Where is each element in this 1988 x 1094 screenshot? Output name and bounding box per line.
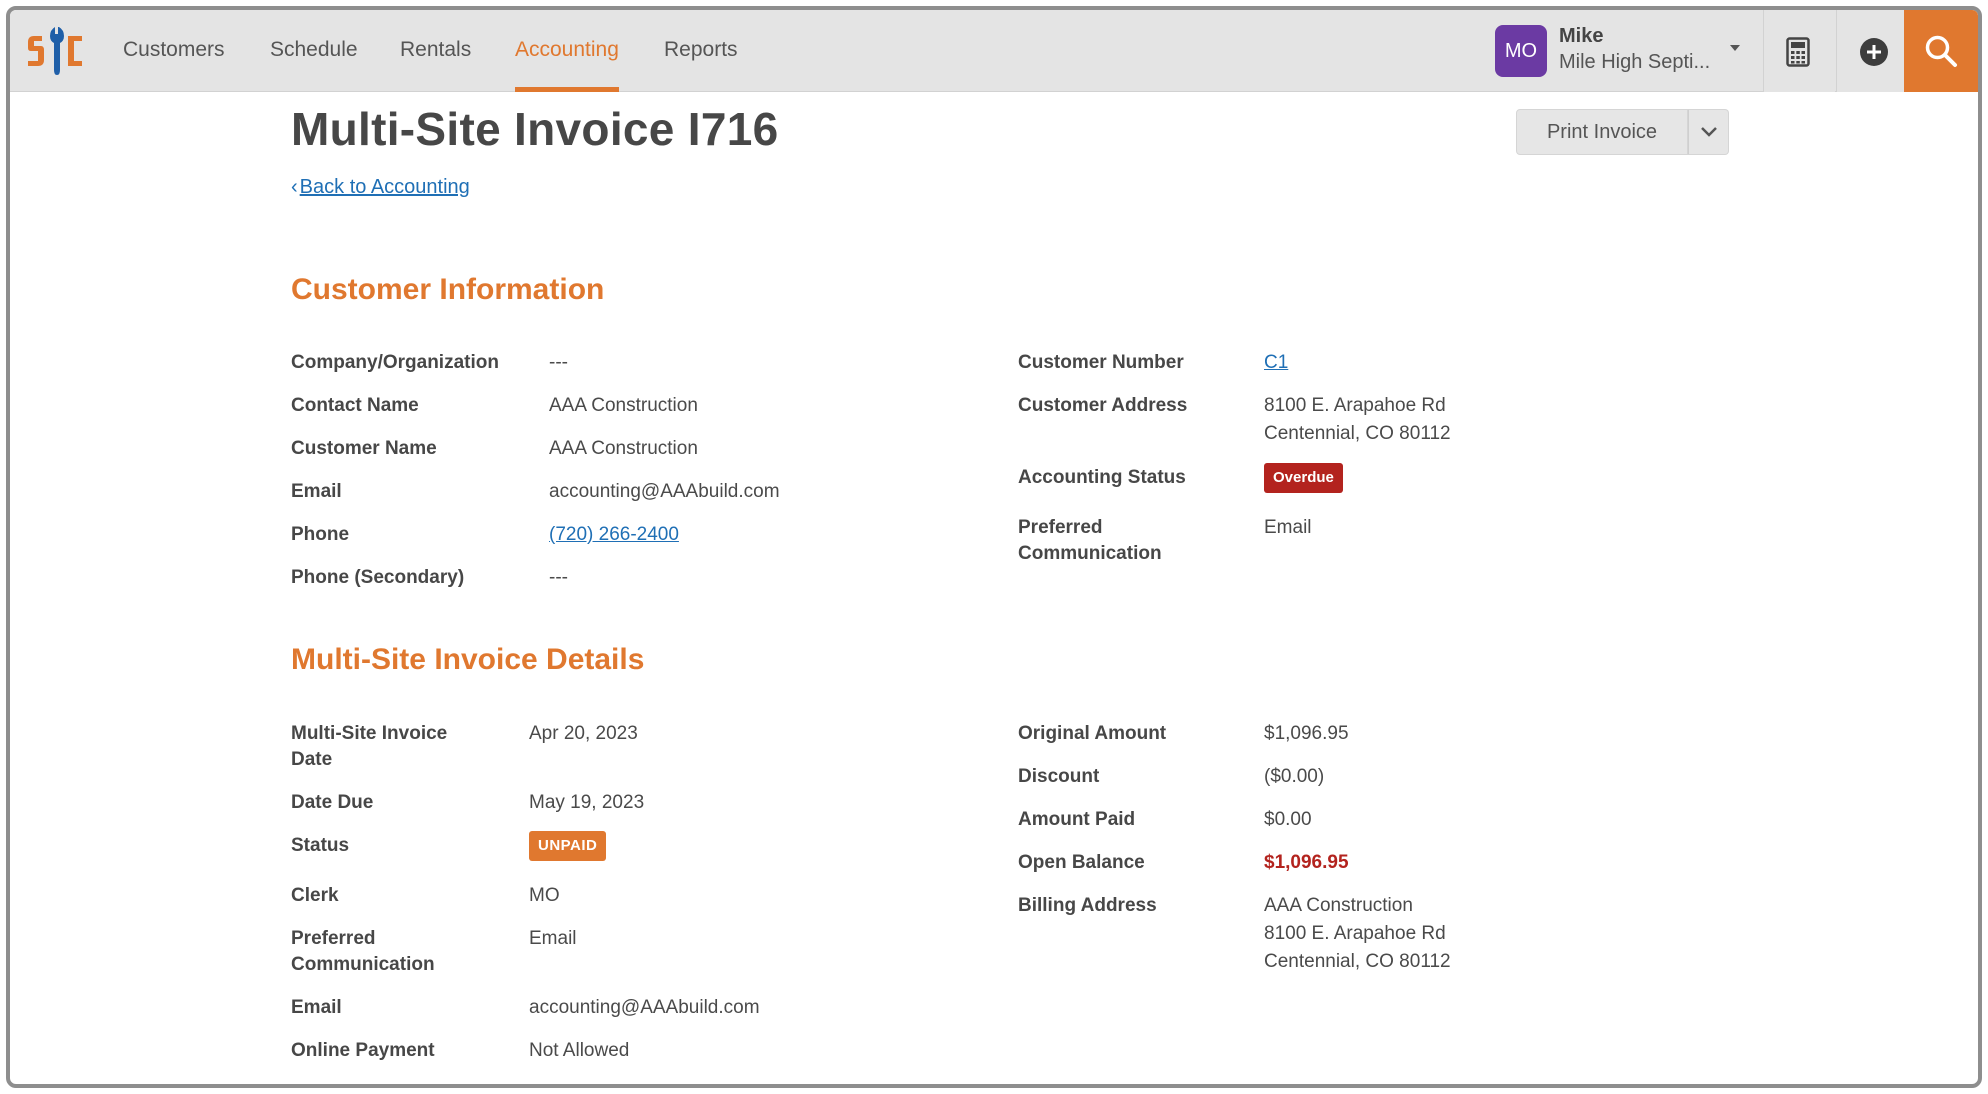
- unpaid-status-badge: UNPAID: [529, 831, 607, 861]
- invoice-preferred-comm-label-2: Communication: [291, 954, 435, 975]
- company-value: ---: [549, 352, 568, 373]
- billing-address-line2: 8100 E. Arapahoe Rd: [1264, 923, 1446, 944]
- phone-label: Phone: [291, 524, 350, 545]
- customer-number-link[interactable]: C1: [1264, 349, 1288, 376]
- overdue-status-badge: Overdue: [1264, 463, 1343, 493]
- phone-link[interactable]: (720) 266-2400: [549, 521, 679, 548]
- phone-secondary-value: ---: [549, 567, 568, 588]
- customer-address-line2: Centennial, CO 80112: [1264, 423, 1451, 444]
- date-due-label: Date Due: [291, 792, 374, 813]
- email-label: Email: [291, 481, 342, 502]
- customer-info-heading: Customer Information: [291, 273, 605, 306]
- clerk-value: MO: [529, 885, 560, 906]
- chevron-left-icon: ‹: [291, 176, 298, 198]
- back-to-accounting-link[interactable]: ‹ Back to Accounting: [291, 176, 470, 199]
- discount-label: Discount: [1018, 766, 1100, 787]
- customer-address-line1: 8100 E. Arapahoe Rd: [1264, 395, 1446, 416]
- company-label: Company/Organization: [291, 352, 499, 373]
- top-nav: Customers Schedule Rentals Accounting Re…: [10, 10, 1978, 92]
- invoice-preferred-comm-label-1: Preferred: [291, 928, 376, 949]
- original-amount-value: $1,096.95: [1264, 723, 1349, 744]
- customer-preferred-comm-value: Email: [1264, 517, 1312, 538]
- print-options-dropdown[interactable]: [1688, 109, 1729, 155]
- customer-name-label: Customer Name: [291, 438, 437, 459]
- nav-reports[interactable]: Reports: [664, 10, 738, 92]
- accounting-status-label: Accounting Status: [1018, 467, 1186, 488]
- discount-value: ($0.00): [1264, 766, 1325, 787]
- contact-name-value: AAA Construction: [549, 395, 698, 416]
- invoice-date-label-1: Multi-Site Invoice: [291, 723, 448, 744]
- calculator-icon: [1786, 37, 1810, 67]
- customer-number-label: Customer Number: [1018, 352, 1184, 373]
- amount-paid-value: $0.00: [1264, 809, 1312, 830]
- nav-customers[interactable]: Customers: [123, 10, 225, 92]
- online-payment-value: Not Allowed: [529, 1040, 630, 1061]
- invoice-email-label: Email: [291, 997, 342, 1018]
- email-value: accounting@AAAbuild.com: [549, 481, 780, 502]
- invoice-preferred-comm-value: Email: [529, 928, 577, 949]
- invoice-date-value: Apr 20, 2023: [529, 723, 638, 744]
- invoice-email-value: accounting@AAAbuild.com: [529, 997, 760, 1018]
- chevron-down-icon: [1730, 45, 1740, 51]
- contact-name-label: Contact Name: [291, 395, 419, 416]
- invoice-details-heading: Multi-Site Invoice Details: [291, 643, 645, 676]
- app-window: Customers Schedule Rentals Accounting Re…: [6, 6, 1982, 1088]
- chevron-down-icon: [1701, 127, 1717, 137]
- clerk-label: Clerk: [291, 885, 339, 906]
- customer-name-value: AAA Construction: [549, 438, 698, 459]
- page-title: Multi-Site Invoice I716: [291, 103, 779, 155]
- plus-circle-icon: [1860, 38, 1888, 66]
- add-button[interactable]: [1836, 10, 1908, 92]
- phone-secondary-label: Phone (Secondary): [291, 567, 465, 588]
- nav-rentals[interactable]: Rentals: [400, 10, 471, 92]
- user-name: Mike: [1559, 25, 1604, 47]
- status-label: Status: [291, 835, 350, 856]
- back-link-label: Back to Accounting: [299, 176, 470, 198]
- nav-accounting[interactable]: Accounting: [515, 10, 619, 92]
- customer-address-label: Customer Address: [1018, 395, 1188, 416]
- search-icon: [1925, 35, 1957, 67]
- open-balance-value: $1,096.95: [1264, 852, 1349, 873]
- date-due-value: May 19, 2023: [529, 792, 645, 813]
- customer-preferred-comm-label-1: Preferred: [1018, 517, 1103, 538]
- avatar: MO: [1495, 25, 1547, 77]
- calculator-button[interactable]: [1763, 10, 1835, 92]
- open-balance-label: Open Balance: [1018, 852, 1145, 873]
- print-invoice-button[interactable]: Print Invoice: [1516, 109, 1688, 155]
- billing-address-label: Billing Address: [1018, 895, 1157, 916]
- invoice-date-label-2: Date: [291, 749, 333, 770]
- user-menu[interactable]: MO Mike Mile High Septi...: [1495, 23, 1760, 79]
- search-button[interactable]: [1904, 10, 1978, 92]
- original-amount-label: Original Amount: [1018, 723, 1167, 744]
- amount-paid-label: Amount Paid: [1018, 809, 1136, 830]
- nav-schedule[interactable]: Schedule: [270, 10, 358, 92]
- app-logo[interactable]: [24, 24, 86, 78]
- customer-preferred-comm-label-2: Communication: [1018, 543, 1162, 564]
- billing-address-line3: Centennial, CO 80112: [1264, 951, 1451, 972]
- online-payment-label: Online Payment: [291, 1040, 435, 1061]
- user-org: Mile High Septi...: [1559, 51, 1711, 73]
- billing-address-line1: AAA Construction: [1264, 895, 1413, 916]
